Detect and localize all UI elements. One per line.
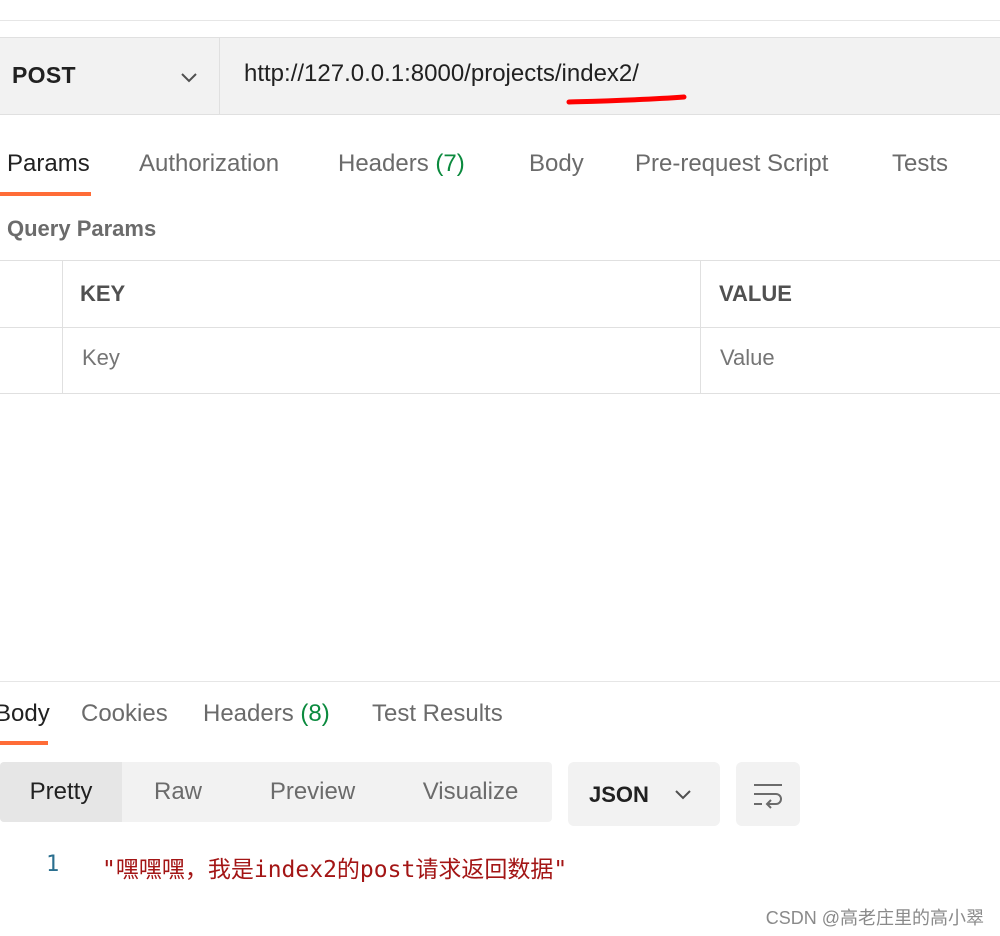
tab-label: Cookies	[81, 700, 168, 727]
value-input[interactable]	[720, 345, 970, 371]
tab-count: (8)	[300, 700, 330, 727]
tab-label: Headers	[203, 700, 294, 727]
tab-label: Body	[529, 150, 584, 177]
tab-headers[interactable]: Headers (7)	[338, 150, 465, 178]
tab-pre-request-script[interactable]: Pre-request Script	[635, 150, 828, 178]
query-params-title: Query Params	[7, 216, 157, 241]
key-input[interactable]	[82, 345, 332, 371]
response-tabs: Body Cookies Headers (8) Test Results	[0, 690, 1000, 746]
chevron-down-icon	[181, 73, 197, 83]
tab-body[interactable]: Body	[529, 150, 584, 178]
request-tabs: Params Authorization Headers (7) Body Pr…	[0, 140, 1000, 200]
response-code-line: 1 "嘿嘿嘿，我是index2的post请求返回数据"	[0, 848, 1000, 883]
method-select[interactable]: POST	[0, 38, 220, 114]
tab-tests[interactable]: Tests	[892, 150, 948, 178]
method-label: POST	[12, 62, 76, 88]
tab-label: Authorization	[139, 150, 280, 177]
tab-response-body[interactable]: Body	[0, 700, 50, 728]
tab-authorization[interactable]: Authorization	[139, 150, 279, 178]
column-header-key: KEY	[80, 281, 126, 306]
line-number: 1	[46, 852, 60, 877]
format-label: JSON	[589, 782, 649, 807]
watermark: CSDN @高老庄里的高小翠	[765, 908, 984, 928]
tab-response-headers[interactable]: Headers (8)	[203, 700, 330, 728]
tab-cookies[interactable]: Cookies	[81, 700, 168, 728]
url-input[interactable]: http://127.0.0.1:8000/projects/index2/	[244, 60, 639, 88]
view-mode-group: Pretty Raw Preview Visualize	[0, 762, 552, 822]
tab-label: Params	[7, 150, 90, 177]
tab-label: Headers	[338, 150, 429, 177]
top-strip	[0, 0, 1000, 21]
tab-params[interactable]: Params	[7, 150, 90, 178]
response-body-text: "嘿嘿嘿，我是index2的post请求返回数据"	[102, 857, 568, 883]
tab-test-results[interactable]: Test Results	[372, 700, 503, 728]
view-raw-button[interactable]: Raw	[122, 762, 234, 822]
response-divider	[0, 681, 1000, 682]
request-bar: POST http://127.0.0.1:8000/projects/inde…	[0, 37, 1000, 115]
row-divider	[0, 327, 1000, 328]
wrap-lines-icon	[754, 784, 782, 809]
tab-count: (7)	[435, 150, 465, 177]
red-underline-annotation	[566, 94, 687, 105]
active-tab-indicator	[0, 192, 91, 196]
params-table: KEY VALUE	[0, 260, 1000, 394]
tab-label: Tests	[892, 150, 949, 177]
view-preview-button[interactable]: Preview	[240, 762, 385, 822]
format-select[interactable]: JSON	[568, 762, 720, 826]
chevron-down-icon	[675, 790, 691, 800]
tab-label: Pre-request Script	[635, 150, 829, 177]
tab-label: Test Results	[372, 700, 503, 727]
tab-label: Body	[0, 700, 50, 727]
wrap-lines-button[interactable]	[736, 762, 800, 826]
view-pretty-button[interactable]: Pretty	[0, 762, 122, 822]
view-visualize-button[interactable]: Visualize	[392, 762, 549, 822]
active-tab-indicator	[0, 741, 48, 745]
column-header-value: VALUE	[719, 281, 792, 306]
